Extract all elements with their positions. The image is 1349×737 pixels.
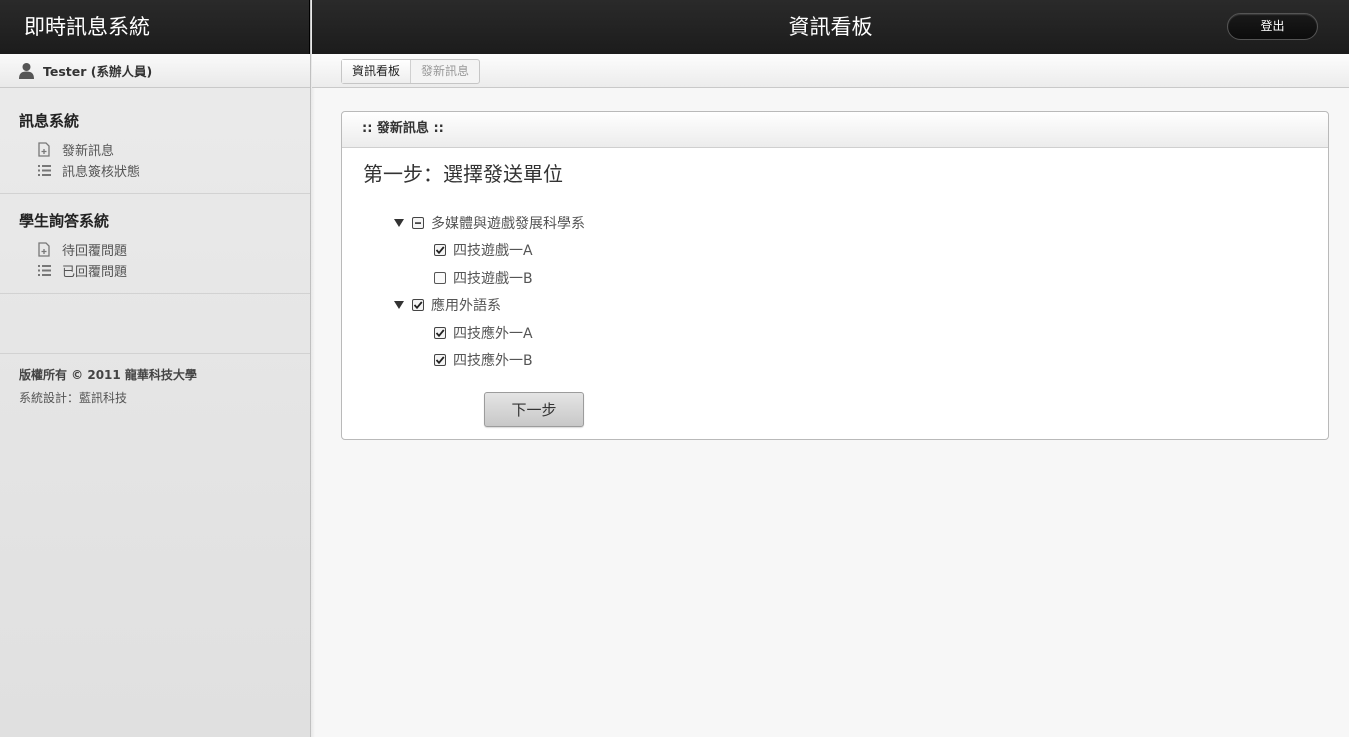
unchecked-checkbox[interactable] <box>434 271 446 284</box>
tree-leaf: 四技應外一A <box>394 319 1328 347</box>
tree-node-label: 多媒體與遊戲發展科學系 <box>431 215 585 232</box>
design-credit: 系統設計：藍訊科技 <box>19 391 128 405</box>
breadcrumb-bar: 資訊看板 發新訊息 <box>312 54 1349 88</box>
panel-title: :: 發新訊息 :: <box>342 112 1328 148</box>
department-tree: 多媒體與遊戲發展科學系 四技遊戲一A 四技遊戲一B 應用外語系 四技應外一A 四… <box>394 209 1328 427</box>
sidebar-item-label: 待回覆問題 <box>62 244 128 259</box>
sidebar-item-label: 已回覆問題 <box>62 265 128 280</box>
nav-section-title: 學生詢答系統 <box>19 212 110 230</box>
partial-checkbox[interactable] <box>412 216 424 229</box>
tree-leaf: 四技遊戲一B <box>394 264 1328 292</box>
triangle-down-icon[interactable] <box>394 218 404 228</box>
sidebar-item-pending-questions[interactable]: 待回覆問題 <box>19 239 310 260</box>
copyright-text: 版權所有 © 2011 龍華科技大學 <box>19 368 197 382</box>
new-message-panel: :: 發新訊息 :: 第一步：選擇發送單位 多媒體與遊戲發展科學系 四技遊戲一A… <box>341 111 1329 440</box>
list-icon <box>38 165 51 176</box>
tree-node: 多媒體與遊戲發展科學系 <box>394 209 1328 237</box>
tree-leaf: 四技遊戲一A <box>394 237 1328 265</box>
tree-leaf-label: 四技應外一B <box>453 353 533 370</box>
new-doc-icon <box>38 242 50 257</box>
user-name: Tester (系辦人員) <box>43 64 153 79</box>
checked-checkbox[interactable] <box>434 326 446 339</box>
nav-section-qa: 學生詢答系統 待回覆問題 已回覆問題 <box>0 194 310 294</box>
sidebar-item-message-status[interactable]: 訊息簽核狀態 <box>19 160 310 181</box>
top-header: 資訊看板 登出 <box>312 0 1349 54</box>
tree-leaf-label: 四技遊戲一A <box>453 243 533 260</box>
user-bar: Tester (系辦人員) <box>0 54 310 88</box>
sidebar-item-label: 發新訊息 <box>62 144 115 159</box>
breadcrumb: 資訊看板 發新訊息 <box>341 59 481 84</box>
sidebar-item-new-message[interactable]: 發新訊息 <box>19 139 310 160</box>
step-title: 第一步：選擇發送單位 <box>363 162 563 186</box>
sidebar-item-answered-questions[interactable]: 已回覆問題 <box>19 260 310 281</box>
list-icon <box>38 265 51 276</box>
triangle-down-icon[interactable] <box>394 300 404 310</box>
breadcrumb-item-dashboard[interactable]: 資訊看板 <box>342 60 412 83</box>
next-step-button[interactable]: 下一步 <box>484 392 584 427</box>
checked-checkbox[interactable] <box>412 299 424 312</box>
tree-leaf: 四技應外一B <box>394 347 1328 375</box>
tree-node-label: 應用外語系 <box>431 298 501 315</box>
app-title: 即時訊息系統 <box>0 0 310 54</box>
sidebar-spacer <box>0 294 310 354</box>
nav-section-messages: 訊息系統 發新訊息 訊息簽核狀態 <box>0 88 310 194</box>
sidebar-footer: 版權所有 © 2011 龍華科技大學 系統設計：藍訊科技 <box>0 354 310 420</box>
page-title: 資訊看板 <box>788 15 873 39</box>
nav-section-title: 訊息系統 <box>19 112 80 130</box>
breadcrumb-item-new-message: 發新訊息 <box>421 64 470 78</box>
tree-leaf-label: 四技應外一A <box>453 325 533 342</box>
tree-leaf-label: 四技遊戲一B <box>453 270 533 287</box>
logout-button[interactable]: 登出 <box>1227 13 1318 40</box>
checked-checkbox[interactable] <box>434 244 446 257</box>
tree-node: 應用外語系 <box>394 292 1328 320</box>
checked-checkbox[interactable] <box>434 354 446 367</box>
user-icon <box>19 63 34 79</box>
sidebar: 即時訊息系統 Tester (系辦人員) 訊息系統 發新訊息 訊息簽核狀態 學生… <box>0 0 315 737</box>
new-doc-icon <box>38 142 50 157</box>
sidebar-item-label: 訊息簽核狀態 <box>62 165 141 180</box>
